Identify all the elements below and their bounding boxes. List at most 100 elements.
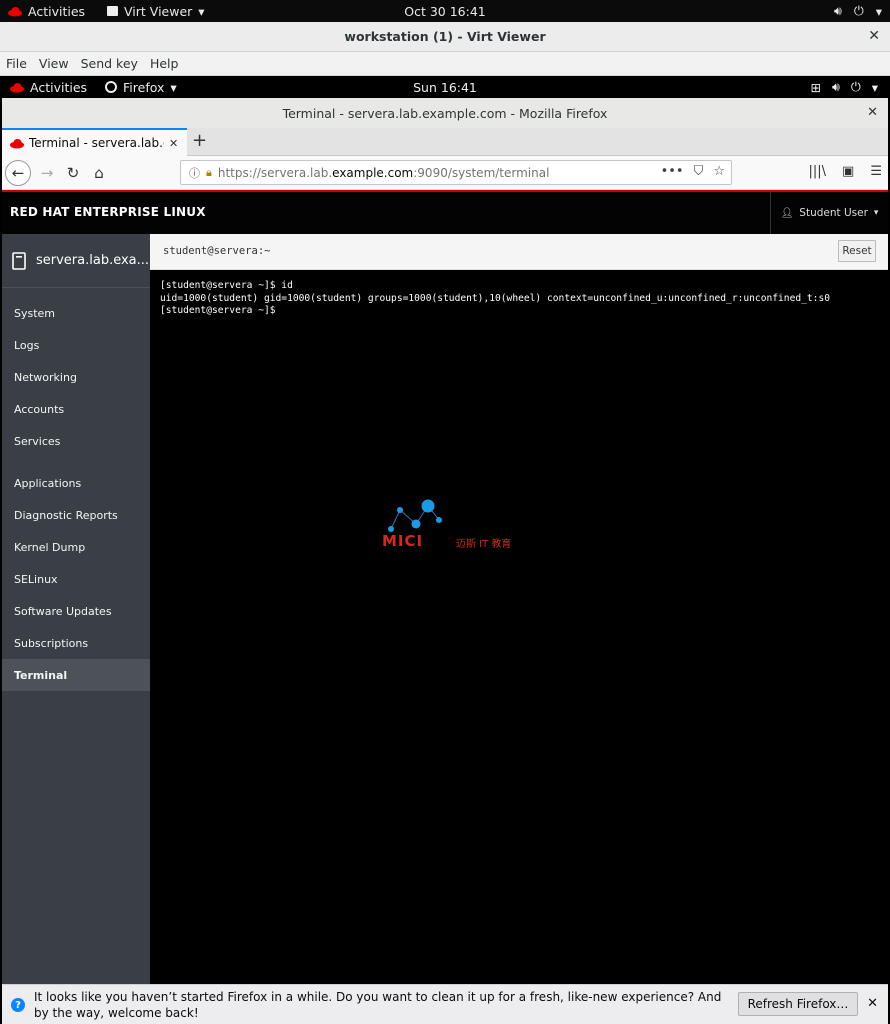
firefox-titlebar: Terminal - servera.lab.example.com - Moz… — [2, 98, 888, 128]
terminal-header: student@servera:~ Reset — [150, 234, 888, 270]
sidebar-item-accounts[interactable]: Accounts — [2, 393, 150, 425]
refresh-firefox-button[interactable]: Refresh Firefox… — [738, 992, 858, 1016]
close-icon[interactable]: ✕ — [867, 105, 878, 120]
watermark-subtext: 迈斯 IT 教育 — [456, 539, 512, 550]
url-host: example.com — [332, 165, 414, 180]
page-actions-icon[interactable]: ••• — [661, 164, 684, 179]
host-name: servera.lab.exa... — [36, 253, 150, 268]
redhat-favicon-icon — [10, 138, 24, 148]
tab-terminal[interactable]: Terminal - servera.lab.example.com ✕ — [2, 128, 187, 156]
menu-view[interactable]: View — [33, 56, 75, 71]
sidebar-item-system[interactable]: System — [2, 297, 150, 329]
firefox-notification-bar: ? It looks like you haven’t started Fire… — [2, 984, 888, 1024]
power-icon: ⏻ — [850, 79, 861, 94]
host-system-tray[interactable]: 🔊︎ ⏻ ▾ — [834, 0, 882, 22]
caret-down-icon: ▾ — [875, 3, 882, 19]
firefox-toolbar-right: |||\ ▣ ☰ — [809, 164, 882, 179]
library-icon[interactable]: |||\ — [809, 164, 827, 179]
sidebar-item-software-updates[interactable]: Software Updates — [2, 595, 150, 627]
reset-button[interactable]: Reset — [838, 240, 876, 262]
back-arrow-icon[interactable]: ← — [5, 160, 31, 186]
redhat-logo-icon — [10, 82, 24, 92]
host-top-bar: Activities Virt Viewer ▾ Oct 30 16:41 🔊︎… — [0, 0, 890, 22]
home-icon[interactable]: ⌂ — [86, 160, 112, 186]
caret-down-icon: ▾ — [170, 79, 177, 95]
close-icon[interactable]: ✕ — [868, 28, 880, 44]
sidebar-item-applications[interactable]: Applications — [2, 467, 150, 499]
guest-app-label: Firefox — [123, 79, 165, 95]
info-icon[interactable]: ⓘ — [189, 165, 200, 181]
server-icon — [12, 251, 26, 270]
sidebar-item-logs[interactable]: Logs — [2, 329, 150, 361]
virt-viewer-titlebar: workstation (1) - Virt Viewer ✕ — [0, 22, 890, 52]
sidebar-icon[interactable]: ▣ — [842, 164, 854, 179]
url-actions: ••• ⛉ ☆ — [661, 164, 725, 179]
volume-icon: 🔊︎ — [831, 79, 840, 94]
terminal-line: [student@servera ~]$ — [160, 305, 276, 316]
sidebar-item-networking[interactable]: Networking — [2, 361, 150, 393]
redhat-logo-icon — [8, 6, 22, 16]
tab-label: Terminal - servera.lab.example.com — [29, 136, 164, 150]
url-bar[interactable]: ⓘ 🔒︎ https://servera.lab.example.com:909… — [180, 160, 732, 185]
sidebar-item-diagnostic-reports[interactable]: Diagnostic Reports — [2, 499, 150, 531]
guest-activities-button[interactable]: Activities — [2, 80, 87, 95]
mici-watermark: MICI 迈斯 IT 教育 — [380, 496, 540, 552]
url-suffix: :9090/system/terminal — [413, 165, 550, 180]
cockpit-header: RED HAT ENTERPRISE LINUX 👤︎ Student User… — [2, 192, 888, 234]
caret-down-icon: ▾ — [198, 3, 205, 19]
menu-send-key[interactable]: Send key — [75, 56, 144, 71]
guest-system-tray[interactable]: ⊞ 🔊︎ ⏻ ▾ — [810, 76, 878, 98]
sidebar-item-selinux[interactable]: SELinux — [2, 563, 150, 595]
terminal-line: uid=1000(student) gid=1000(student) grou… — [160, 292, 831, 304]
mici-logo-icon — [388, 499, 442, 532]
host-app-label: Virt Viewer — [124, 3, 193, 19]
firefox-window-title: Terminal - servera.lab.example.com - Moz… — [282, 105, 608, 121]
sidebar-item-subscriptions[interactable]: Subscriptions — [2, 627, 150, 659]
virt-viewer-app-icon — [107, 6, 119, 16]
virt-viewer-title: workstation (1) - Virt Viewer — [344, 29, 546, 44]
info-icon: ? — [11, 998, 25, 1012]
host-activities-button[interactable]: Activities — [0, 4, 85, 19]
notification-message: It looks like you haven’t started Firefo… — [34, 990, 722, 1020]
volume-icon: 🔊︎ — [833, 3, 842, 18]
menu-file[interactable]: File — [0, 56, 33, 71]
forward-arrow-icon[interactable]: → — [34, 160, 60, 186]
insecure-lock-icon[interactable]: 🔒︎ — [206, 166, 212, 180]
close-icon[interactable]: ✕ — [867, 996, 878, 1011]
terminal-console[interactable]: [student@servera ~]$ id uid=1000(student)… — [150, 270, 888, 984]
firefox-icon — [105, 81, 118, 93]
tab-close-icon[interactable]: ✕ — [169, 137, 178, 150]
user-icon: 👤︎ — [780, 207, 794, 219]
terminal-title: student@servera:~ — [163, 245, 271, 257]
guest-activities-label: Activities — [30, 79, 88, 95]
sidebar-item-kernel-dump[interactable]: Kernel Dump — [2, 531, 150, 563]
host-selector[interactable]: servera.lab.exa... — [2, 234, 150, 288]
firefox-tab-strip: Terminal - servera.lab.example.com ✕ + — [2, 128, 888, 156]
url-text: https://servera.lab.example.com:9090/sys… — [218, 166, 550, 180]
power-icon: ⏻ — [853, 3, 864, 18]
host-activities-label: Activities — [28, 3, 86, 19]
cockpit-sidebar: servera.lab.exa... System Logs Networkin… — [2, 234, 150, 984]
user-menu[interactable]: 👤︎ Student User ▾ — [770, 192, 888, 234]
virt-viewer-menubar: File View Send key Help — [0, 52, 890, 76]
guest-app-menu[interactable]: Firefox ▾ — [105, 80, 177, 95]
url-prefix: https://servera.lab. — [217, 165, 333, 180]
firefox-navbar: ← → ↻ ⌂ ⓘ 🔒︎ https://servera.lab.example… — [2, 156, 888, 190]
chevron-down-icon: ▾ — [873, 208, 879, 218]
menu-help[interactable]: Help — [144, 56, 185, 71]
host-app-menu[interactable]: Virt Viewer ▾ — [107, 4, 205, 19]
network-icon: ⊞ — [810, 79, 821, 95]
watermark-text: MICI — [382, 532, 424, 550]
terminal-line: [student@servera ~]$ id — [160, 280, 293, 291]
hamburger-menu-icon[interactable]: ☰ — [870, 164, 882, 179]
cockpit-brand: RED HAT ENTERPRISE LINUX — [10, 205, 206, 219]
sidebar-item-services[interactable]: Services — [2, 425, 150, 457]
guest-top-bar: Activities Firefox ▾ Sun 16:41 ⊞ 🔊︎ ⏻ ▾ — [2, 76, 888, 98]
user-name: Student User — [799, 207, 868, 219]
new-tab-icon[interactable]: + — [192, 130, 207, 151]
reload-icon[interactable]: ↻ — [60, 160, 86, 186]
caret-down-icon: ▾ — [871, 79, 878, 95]
sidebar-item-terminal[interactable]: Terminal — [2, 659, 150, 691]
bookmark-star-icon[interactable]: ☆ — [713, 164, 725, 179]
pocket-icon[interactable]: ⛉ — [694, 164, 704, 179]
